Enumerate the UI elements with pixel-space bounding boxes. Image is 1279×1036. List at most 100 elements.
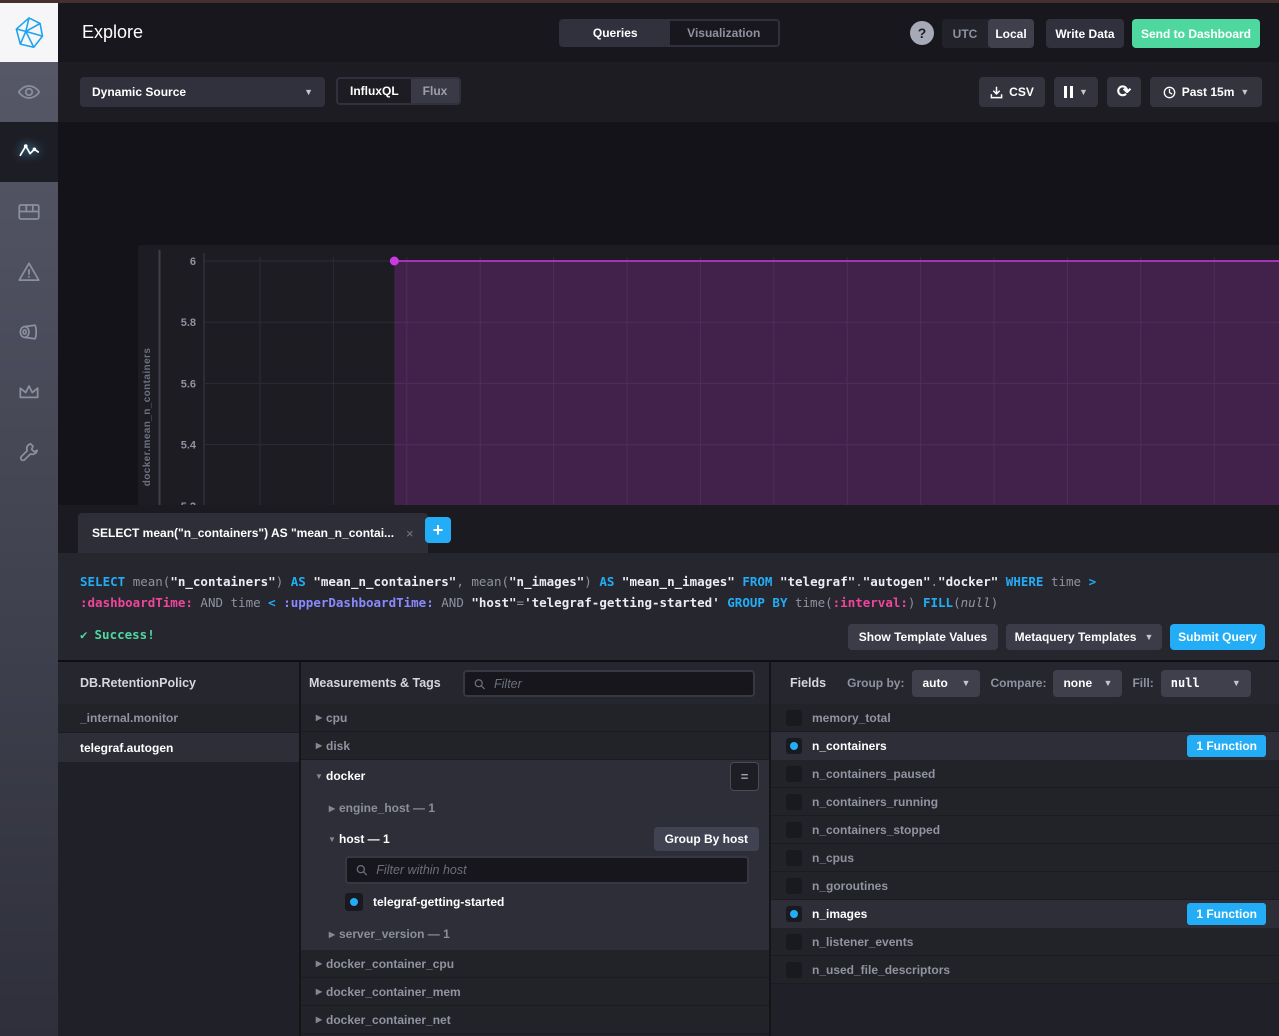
chevron-right-icon[interactable]: ▶ [312,741,326,750]
utc-toggle[interactable]: UTC [942,19,988,48]
chevron-right-icon[interactable]: ▶ [325,930,339,939]
chevron-right-icon[interactable]: ▶ [325,804,339,813]
time-range-dropdown[interactable]: Past 15m ▼ [1150,77,1262,107]
navbar: Explore Queries Visualization ? UTC Loca… [58,3,1279,62]
write-data-button[interactable]: Write Data [1046,19,1124,48]
field-checkbox[interactable] [786,934,802,950]
field-row[interactable]: n_listener_events [771,928,1279,956]
measurements-column: Measurements & Tags ▶ cpu ▶ disk ▼ docke… [301,662,769,1036]
field-checkbox[interactable] [786,794,802,810]
tag-value-row[interactable]: telegraf-getting-started [301,886,769,918]
field-row[interactable]: n_cpus [771,844,1279,872]
field-checkbox[interactable] [786,822,802,838]
sidebar-item-configuration[interactable] [0,422,58,482]
measurements-filter[interactable] [463,670,755,697]
refresh-button[interactable]: ⟳ [1107,77,1141,107]
field-checkbox[interactable] [786,878,802,894]
sidebar-item-admin[interactable] [0,362,58,422]
sidebar-item-dashboards[interactable] [0,182,58,242]
query-tab[interactable]: SELECT mean("n_containers") AS "mean_n_c… [78,513,428,553]
field-row[interactable]: n_containers_paused [771,760,1279,788]
measurement-row-cpu[interactable]: ▶ cpu [301,704,769,732]
measurement-row-docker[interactable]: ▼ docker = [301,760,769,792]
chart-region: 55.25.45.65.8609:4009:4109:4209:4309:440… [58,122,1279,505]
svg-text:docker.mean_n_containers: docker.mean_n_containers [142,348,153,487]
field-row[interactable]: n_containers1 Function [771,732,1279,760]
field-label: n_listener_events [812,935,913,949]
metaquery-templates-label: Metaquery Templates [1015,630,1137,644]
chevron-right-icon[interactable]: ▶ [312,1015,326,1024]
field-row[interactable]: n_goroutines [771,872,1279,900]
query-tab-label: SELECT mean("n_containers") AS "mean_n_c… [92,526,394,540]
host-filter-input[interactable] [374,862,738,878]
flux-toggle[interactable]: Flux [411,79,460,103]
source-dropdown[interactable]: Dynamic Source ▼ [80,77,325,107]
chronograf-logo[interactable] [0,3,58,62]
field-checkbox[interactable] [786,962,802,978]
chevron-down-icon[interactable]: ▼ [325,835,339,844]
download-csv-button[interactable]: CSV [979,77,1045,107]
sidebar-item-host-list[interactable] [0,62,58,122]
send-to-dashboard-button[interactable]: Send to Dashboard [1132,19,1260,48]
sidebar-item-log-viewer[interactable] [0,302,58,362]
tag-label: engine_host — 1 [339,801,435,815]
chevron-down-icon[interactable]: ▼ [312,772,326,781]
sidebar-item-data-explorer[interactable] [0,122,58,182]
query-code[interactable]: SELECT mean("n_containers") AS "mean_n_c… [80,571,1260,613]
sidebar-item-alerting[interactable] [0,242,58,302]
field-row[interactable]: memory_total [771,704,1279,732]
host-filter[interactable] [345,856,749,884]
field-checkbox-checked[interactable] [786,738,802,754]
field-row[interactable]: n_used_file_descriptors [771,956,1279,984]
measurement-row-docker-container-cpu[interactable]: ▶ docker_container_cpu [301,950,769,978]
tag-row-server-version[interactable]: ▶ server_version — 1 [301,918,769,950]
db-item-selected[interactable]: telegraf.autogen [58,733,299,762]
local-toggle[interactable]: Local [988,19,1034,48]
chevron-right-icon[interactable]: ▶ [312,713,326,722]
db-header-title: DB.RetentionPolicy [80,676,196,690]
pause-icon [1064,86,1073,98]
field-checkbox[interactable] [786,766,802,782]
group-by-dropdown[interactable]: auto ▼ [912,670,980,697]
fill-dropdown[interactable]: null ▼ [1161,670,1251,697]
field-checkbox[interactable] [786,710,802,726]
refresh-icon: ⟳ [1117,82,1131,102]
tag-value-checkbox-checked[interactable] [345,893,363,911]
submit-query-button[interactable]: Submit Query [1170,624,1265,650]
svg-text:6: 6 [190,256,196,268]
function-count-badge[interactable]: 1 Function [1187,735,1266,757]
field-row[interactable]: n_containers_stopped [771,816,1279,844]
caret-down-icon: ▼ [1104,679,1113,688]
timezone-toggle: UTC Local [942,19,1034,48]
measurement-row-disk[interactable]: ▶ disk [301,732,769,760]
tag-row-engine-host[interactable]: ▶ engine_host — 1 [301,792,769,824]
pause-refresh-button[interactable]: ▼ [1054,77,1098,107]
measurements-filter-input[interactable] [492,676,744,692]
tab-queries[interactable]: Queries [561,21,670,45]
influxql-toggle[interactable]: InfluxQL [338,79,411,103]
group-by-host-button[interactable]: Group By host [654,827,759,851]
help-icon[interactable]: ? [910,21,934,45]
metaquery-templates-dropdown[interactable]: Metaquery Templates ▼ [1006,624,1162,650]
db-item[interactable]: _internal.monitor [58,704,299,733]
host-filter-row [301,854,769,886]
chevron-right-icon[interactable]: ▶ [312,959,326,968]
page-title: Explore [82,3,143,62]
equals-filter-badge[interactable]: = [730,762,759,791]
search-icon [474,678,485,690]
measurements-column-header: Measurements & Tags [301,662,769,704]
compare-dropdown[interactable]: none ▼ [1053,670,1122,697]
chevron-right-icon[interactable]: ▶ [312,987,326,996]
tab-visualization[interactable]: Visualization [670,21,779,45]
function-count-badge[interactable]: 1 Function [1187,903,1266,925]
tag-row-host[interactable]: ▼ host — 1 Group By host [301,824,769,854]
add-query-button[interactable]: + [425,517,451,543]
measurement-row-docker-container-net[interactable]: ▶ docker_container_net [301,1006,769,1034]
field-row[interactable]: n_images1 Function [771,900,1279,928]
field-checkbox[interactable] [786,850,802,866]
close-icon[interactable]: × [406,526,414,541]
measurement-row-docker-container-mem[interactable]: ▶ docker_container_mem [301,978,769,1006]
show-template-values-button[interactable]: Show Template Values [848,624,998,650]
field-row[interactable]: n_containers_running [771,788,1279,816]
field-checkbox-checked[interactable] [786,906,802,922]
